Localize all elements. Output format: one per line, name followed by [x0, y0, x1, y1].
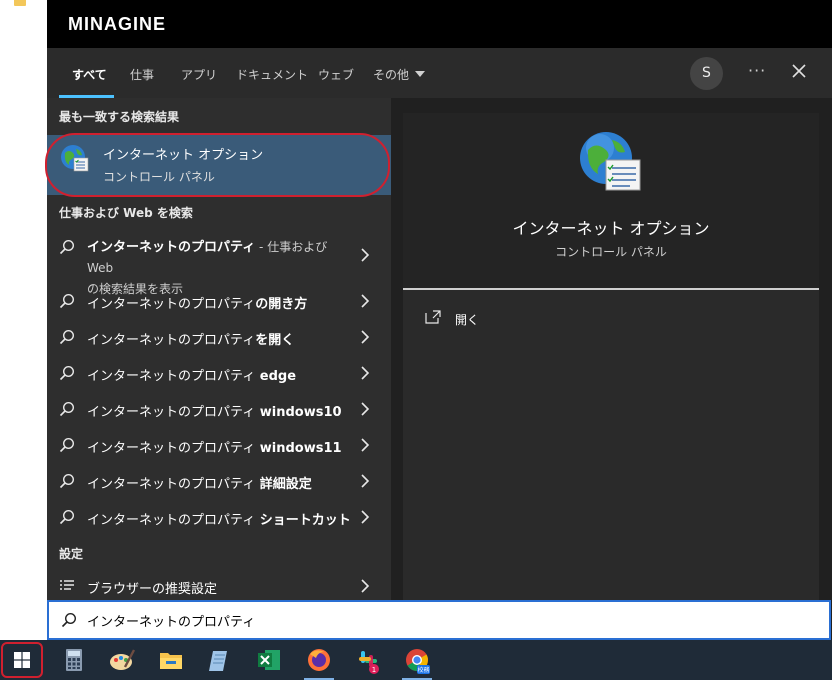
web-result-label: インターネットのプロパティ ショートカット	[87, 509, 351, 528]
chevron-right-icon	[361, 402, 370, 416]
search-icon	[59, 473, 75, 489]
tab-more-label: その他	[373, 68, 410, 82]
search-icon	[59, 401, 75, 417]
settings-item[interactable]: ブラウザーの推奨設定	[47, 568, 391, 604]
best-match-heading: 最も一致する検索結果	[59, 110, 180, 124]
chevron-right-icon	[361, 579, 370, 593]
best-match-subtitle: コントロール パネル	[103, 170, 215, 184]
results-list: 最も一致する検索結果 インターネット オプション コントロール パネル 仕事およ…	[45, 98, 391, 600]
result-plain-text: インターネットのプロパティ	[87, 333, 256, 348]
result-plain-text: インターネットのプロパティ	[87, 441, 256, 456]
result-plain-text: インターネットのプロパティ	[87, 405, 256, 420]
calculator-icon[interactable]	[59, 645, 89, 675]
search-box[interactable]	[47, 600, 831, 640]
chrome-profile-badge: 校務	[417, 666, 429, 674]
divider	[403, 288, 819, 290]
preview-header: インターネット オプション コントロール パネル	[403, 113, 819, 288]
result-bold-text: windows10	[255, 405, 342, 420]
web-search-heading: 仕事および Web を検索	[59, 206, 193, 220]
tab-more[interactable]: その他	[373, 66, 426, 83]
paint-icon[interactable]	[107, 645, 137, 675]
web-result-item[interactable]: インターネットのプロパティを開く	[47, 319, 391, 355]
background-window	[0, 0, 48, 640]
search-input[interactable]	[87, 610, 787, 630]
search-icon	[59, 509, 75, 525]
settings-heading: 設定	[59, 547, 84, 561]
chevron-right-icon	[361, 474, 370, 488]
web-result-item[interactable]: インターネットのプロパティ - 仕事および Web の検索結果を表示	[47, 229, 391, 296]
search-icon	[61, 612, 77, 628]
result-main-text: インターネットのプロパティ	[87, 240, 256, 255]
search-panel: MINAGINE すべて 仕事 アプリ ドキュメント ウェブ その他 S ···…	[45, 0, 832, 640]
result-bold-text: 詳細設定	[255, 477, 312, 492]
result-bold-text: の開き方	[255, 297, 308, 312]
internet-options-large-icon	[580, 132, 641, 191]
web-result-label: インターネットのプロパティ 詳細設定	[87, 473, 312, 492]
tab-all[interactable]: すべて	[72, 66, 107, 83]
notepad-icon[interactable]	[205, 645, 235, 675]
chevron-down-icon	[415, 71, 426, 77]
start-button[interactable]	[0, 640, 43, 680]
preview-pane: インターネット オプション コントロール パネル 開く	[403, 113, 819, 600]
web-result-label: インターネットのプロパティ windows10	[87, 401, 342, 420]
result-bold-text: を開く	[255, 333, 295, 348]
search-icon	[59, 239, 75, 255]
settings-item-label: ブラウザーの推奨設定	[87, 582, 218, 597]
chevron-right-icon	[361, 366, 370, 380]
open-window-icon	[425, 310, 441, 324]
taskbar: 1 校務	[0, 640, 832, 680]
web-result-item[interactable]: インターネットのプロパティの開き方	[47, 283, 391, 319]
tab-apps[interactable]: アプリ	[181, 66, 217, 83]
highlight-annotation	[1, 642, 43, 678]
web-result-label: インターネットのプロパティ edge	[87, 365, 296, 384]
web-result-item[interactable]: インターネットのプロパティ windows10	[47, 391, 391, 427]
search-icon	[59, 329, 75, 345]
open-action[interactable]: 開く	[425, 308, 545, 332]
result-plain-text: インターネットのプロパティ	[87, 297, 256, 312]
chrome-icon[interactable]: 校務	[402, 645, 432, 680]
chevron-right-icon	[361, 438, 370, 452]
internet-options-icon	[61, 145, 89, 172]
chevron-right-icon	[361, 330, 370, 344]
web-result-item[interactable]: インターネットのプロパティ edge	[47, 355, 391, 391]
result-plain-text: インターネットのプロパティ	[87, 369, 256, 384]
web-result-item[interactable]: インターネットのプロパティ windows11	[47, 427, 391, 463]
more-options-button[interactable]: ···	[748, 61, 766, 80]
folder-icon	[14, 0, 26, 6]
tab-work[interactable]: 仕事	[130, 66, 154, 83]
web-result-label: インターネットのプロパティ windows11	[87, 437, 342, 456]
account-avatar[interactable]: S	[690, 57, 723, 90]
result-bold-text: windows11	[255, 441, 342, 456]
chevron-right-icon	[361, 294, 370, 308]
web-result-label: インターネットのプロパティの開き方	[87, 293, 307, 312]
best-match-title: インターネット オプション	[103, 148, 264, 163]
preview-title: インターネット オプション	[512, 219, 710, 238]
close-icon[interactable]	[790, 62, 808, 80]
brand-bar: MINAGINE	[47, 0, 832, 48]
result-bold-text: ショートカット	[255, 513, 351, 528]
preview-subtitle: コントロール パネル	[555, 245, 667, 259]
list-settings-icon	[60, 580, 74, 590]
open-action-label: 開く	[455, 313, 480, 327]
search-icon	[59, 365, 75, 381]
slack-badge: 1	[372, 666, 376, 674]
web-result-label: インターネットのプロパティを開く	[87, 329, 294, 348]
slack-icon[interactable]: 1	[353, 645, 383, 675]
result-bold-text: edge	[255, 369, 297, 384]
tab-web[interactable]: ウェブ	[318, 66, 354, 83]
web-result-item[interactable]: インターネットのプロパティ 詳細設定	[47, 463, 391, 499]
chevron-right-icon	[361, 248, 370, 262]
brand-title: MINAGINE	[68, 14, 166, 34]
result-plain-text: インターネットのプロパティ	[87, 513, 256, 528]
chevron-right-icon	[361, 510, 370, 524]
result-plain-text: インターネットのプロパティ	[87, 477, 256, 492]
search-icon	[59, 293, 75, 309]
tab-documents[interactable]: ドキュメント	[236, 66, 308, 83]
file-explorer-icon[interactable]	[156, 645, 186, 675]
firefox-icon[interactable]	[304, 645, 334, 680]
web-result-item[interactable]: インターネットのプロパティ ショートカット	[47, 499, 391, 535]
best-match-item[interactable]: インターネット オプション コントロール パネル	[47, 135, 391, 195]
search-icon	[59, 437, 75, 453]
excel-icon[interactable]	[254, 645, 284, 675]
